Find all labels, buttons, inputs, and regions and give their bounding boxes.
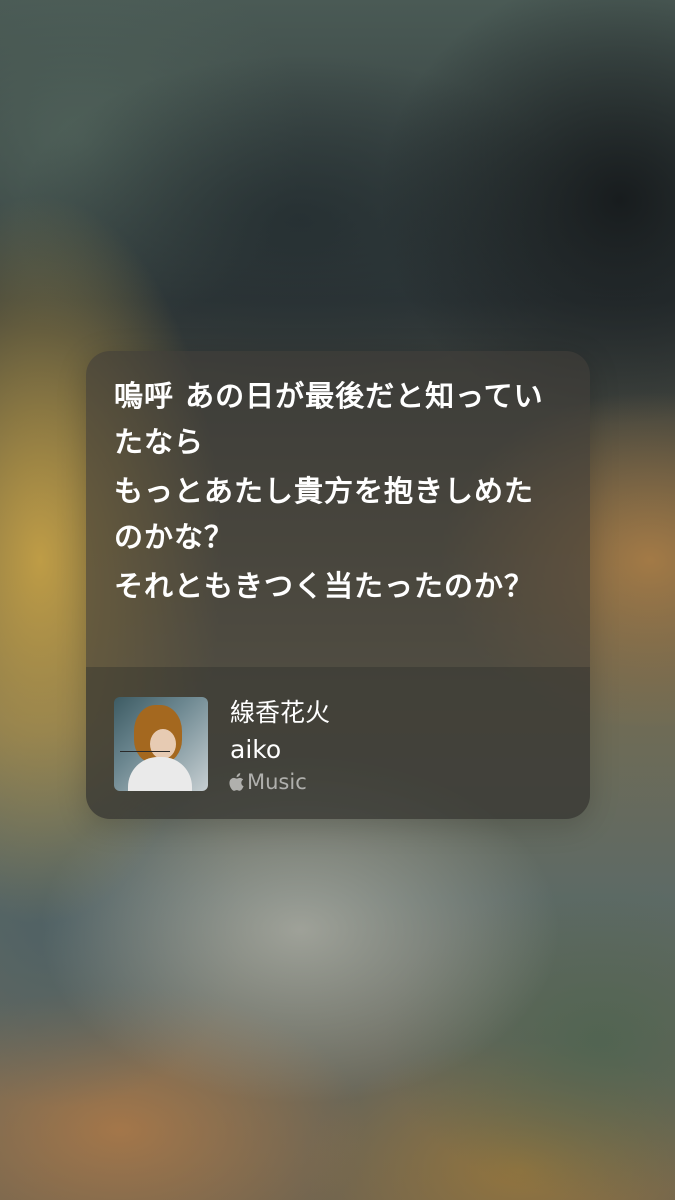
track-title: 線香花火 [230,698,331,727]
lyrics-section: 嗚呼 あの日が最後だと知っていたなら もっとあたし貴方を抱きしめたのかな？ それ… [86,351,590,667]
album-art[interactable] [114,697,208,791]
service-label: Music [247,770,307,794]
apple-music-badge: Music [228,770,307,794]
album-art-text-mark [120,751,170,758]
apple-logo-icon [229,773,244,791]
lyric-line: もっとあたし貴方を抱きしめたのかな？ [114,474,535,554]
lyric-line: それともきつく当たったのか？ [114,569,535,603]
artist-name: aiko [230,735,282,764]
lyrics-share-card[interactable]: 嗚呼 あの日が最後だと知っていたなら もっとあたし貴方を抱きしめたのかな？ それ… [86,351,590,819]
album-art-body-shape [128,757,192,791]
lyric-line: 嗚呼 あの日が最後だと知っていたなら [114,379,544,459]
track-info-footer[interactable]: 線香花火 aiko Music [86,667,590,819]
